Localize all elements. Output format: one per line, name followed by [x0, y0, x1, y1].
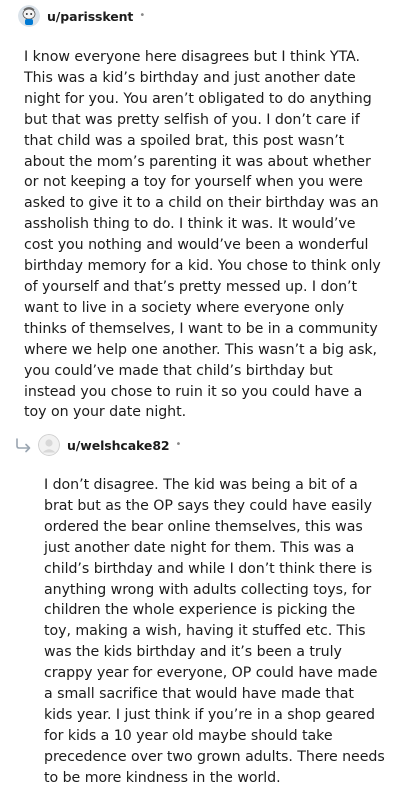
comment-header: u/welshcake82 • — [38, 434, 181, 456]
default-avatar-icon[interactable] — [38, 434, 60, 456]
comment-header: u/parisskent • — [18, 5, 145, 27]
comment-body: I know everyone here disagrees but I thi… — [24, 49, 381, 421]
comment-author[interactable]: u/parisskent — [47, 9, 133, 24]
reply-arrow-icon — [14, 437, 34, 457]
separator-dot: • — [139, 10, 146, 21]
comment-body: I don’t disagree. The kid was being a bi… — [44, 477, 385, 786]
comment-author[interactable]: u/welshcake82 — [67, 438, 170, 453]
separator-dot: • — [175, 439, 182, 450]
snoo-avatar-icon[interactable] — [18, 5, 40, 27]
